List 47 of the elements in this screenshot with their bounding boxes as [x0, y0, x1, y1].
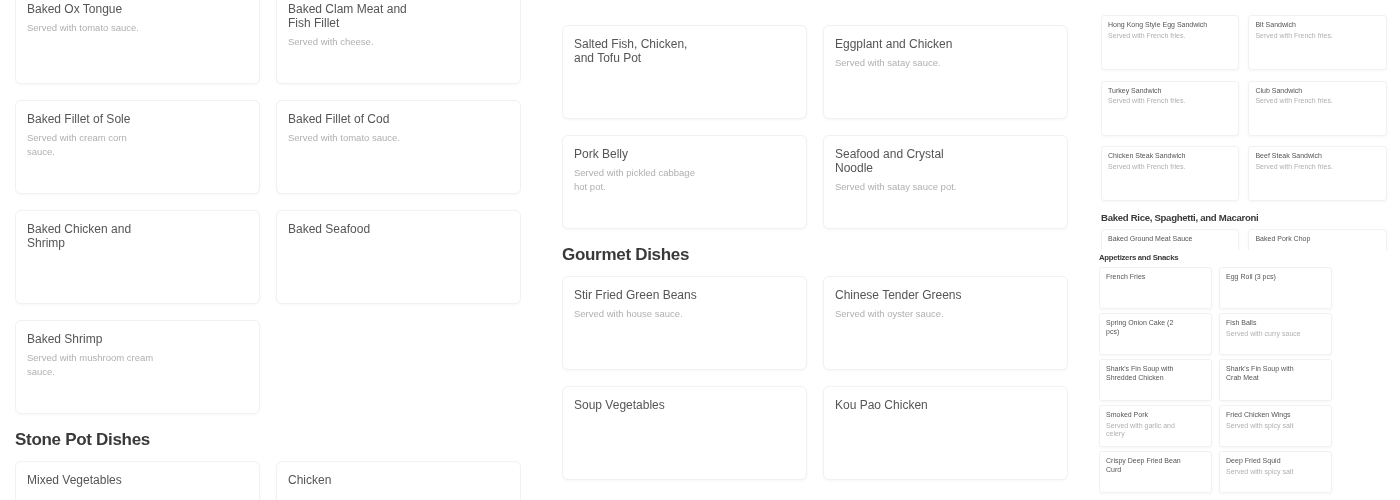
menu-card[interactable]: Baked Shrimp Served with mushroom cream sauce.	[15, 320, 260, 414]
dish-name: Mixed Vegetables	[27, 473, 123, 487]
menu-card[interactable]: Salted Fish, Chicken, and Tofu Pot	[562, 25, 807, 119]
menu-card[interactable]: Pork Belly Served with pickled cabbage hot pot.	[562, 135, 807, 229]
dish-description: Served with house sauce.	[574, 307, 684, 321]
section-heading: Baked Rice, Spaghetti, and Macaroni	[1101, 211, 1260, 225]
dish-name: Baked Shrimp	[27, 332, 104, 346]
menu-card[interactable]: Chinese Tender Greens Served with oyster sauce.	[823, 276, 1068, 370]
menu-card[interactable]: Chicken	[276, 461, 521, 500]
menu-card[interactable]: Stir Fried Green Beans Served with house sauce.	[562, 276, 807, 370]
menu-card[interactable]: Seafood and Crystal Noodle Served with satay sauce pot.	[823, 135, 1068, 229]
menu-card[interactable]: Baked Fillet of Sole Served with cream corn sauce.	[15, 100, 260, 194]
menu-card[interactable]: Soup Vegetables	[562, 386, 807, 480]
dish-name: Soup Vegetables	[574, 398, 666, 412]
dish-name: Baked Ox Tongue	[27, 2, 124, 16]
dish-description: Served with satay sauce pot.	[835, 180, 958, 194]
dish-description: Served with pickled cabbage hot pot.	[574, 166, 696, 194]
dish-name: Baked Clam Meat and Fish Fillet	[288, 2, 408, 30]
dish-name: Pork Belly	[574, 147, 630, 161]
dish-name: Salted Fish, Chicken, and Tofu Pot	[574, 37, 689, 65]
dish-name: Seafood and Crystal Noodle	[835, 147, 945, 175]
menu-card[interactable]: Baked Seafood	[276, 210, 521, 304]
menu-card[interactable]: Baked Fillet of Cod Served with tomato sauce.	[276, 100, 521, 194]
dish-description: Served with satay sauce.	[835, 56, 942, 70]
dish-name: Baked Seafood	[288, 222, 372, 236]
menu-card[interactable]: Kou Pao Chicken	[823, 386, 1068, 480]
dish-description: Served with cheese.	[288, 35, 375, 49]
dish-name: Chinese Tender Greens	[835, 288, 963, 302]
menu-card[interactable]: Baked Clam Meat and Fish Fillet Served with cheese.	[276, 0, 521, 84]
dish-name: Baked Fillet of Sole	[27, 112, 132, 126]
menu-card[interactable]: Mixed Vegetables	[15, 461, 260, 500]
dish-name: Chicken	[288, 473, 333, 487]
dish-name: Eggplant and Chicken	[835, 37, 954, 51]
dish-description: Served with mushroom cream sauce.	[27, 351, 155, 379]
dish-name: Kou Pao Chicken	[835, 398, 929, 412]
dish-description: Served with tomato sauce.	[27, 21, 140, 35]
menu-card[interactable]: Baked Chicken and Shrimp	[15, 210, 260, 304]
menu-card[interactable]: Eggplant and Chicken Served with satay sauce.	[823, 25, 1068, 119]
dish-name: Baked Fillet of Cod	[288, 112, 391, 126]
menu-card[interactable]: Baked Ox Tongue Served with tomato sauce.	[15, 0, 260, 84]
section-heading: Gourmet Dishes	[562, 245, 691, 266]
dish-name: Baked Chicken and Shrimp	[27, 222, 133, 250]
dish-description: Served with oyster sauce.	[835, 307, 945, 321]
dish-name: Stir Fried Green Beans	[574, 288, 698, 302]
dish-description: Served with tomato sauce.	[288, 131, 401, 145]
section-heading: Stone Pot Dishes	[15, 430, 151, 451]
dish-description: Served with cream corn sauce.	[27, 131, 128, 159]
